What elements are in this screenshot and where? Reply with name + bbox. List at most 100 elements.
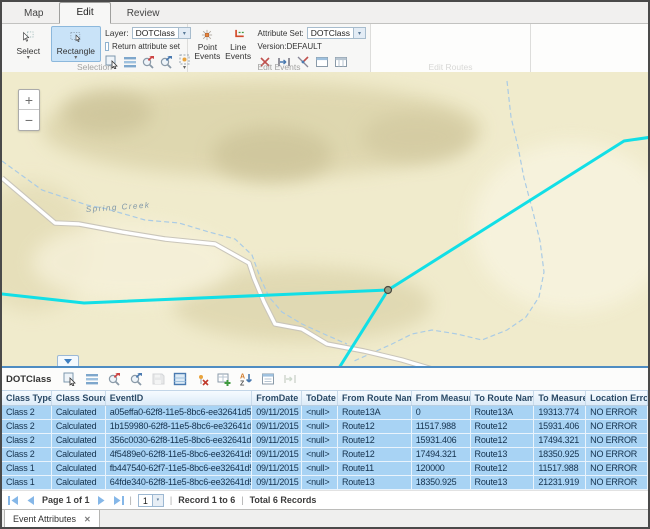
table-cell: Calculated: [52, 448, 106, 461]
highlight-selected-icon[interactable]: [172, 372, 187, 387]
table-cell: <null>: [302, 434, 338, 447]
point-events-icon: [196, 27, 218, 43]
page-number-input[interactable]: 1: [138, 494, 153, 507]
point-events-label: Point Events: [193, 43, 222, 61]
collapse-arrow-icon: [64, 359, 72, 364]
page-number-dropdown-icon[interactable]: ▾: [153, 494, 164, 507]
map-features-layer: Spring Creek: [2, 72, 648, 366]
road-casing: [2, 178, 432, 366]
select-records-icon[interactable]: [62, 372, 77, 387]
pan-to-selected-icon[interactable]: [128, 372, 143, 387]
table-cell: NO ERROR: [586, 420, 648, 433]
rectangle-dropdown-caret-icon[interactable]: ▾: [74, 56, 77, 61]
route-line-northeast[interactable]: [388, 137, 648, 290]
table-cell: Calculated: [52, 434, 106, 447]
next-page-button[interactable]: [96, 496, 107, 505]
column-header[interactable]: Class Source: [52, 391, 106, 405]
column-header[interactable]: FromDate: [252, 391, 302, 405]
add-record-icon[interactable]: [216, 372, 231, 387]
column-header[interactable]: Class Type: [2, 391, 52, 405]
zoom-out-button[interactable]: −: [19, 110, 39, 130]
return-attribute-set-checkbox[interactable]: [105, 42, 109, 51]
edit-events-group-label: Edit Events: [188, 62, 370, 72]
table-cell: 09/11/2015: [252, 434, 302, 447]
column-header[interactable]: To Measure: [534, 391, 586, 405]
column-header[interactable]: From Measure: [412, 391, 471, 405]
table-cell: 4f5489e0-62f8-11e5-8bc6-ee32641d5ec9: [106, 448, 253, 461]
table-row[interactable]: Class 1Calculatedfb447540-62f7-11e5-8bc6…: [2, 462, 648, 476]
creek-line: [354, 81, 544, 361]
close-tab-icon[interactable]: ✕: [84, 515, 91, 524]
last-page-button[interactable]: [113, 496, 124, 505]
table-pagination-bar: Page 1 of 1 | 1 ▾ | Record 1 to 6 | Tota…: [2, 490, 648, 509]
table-cell: Route12: [471, 462, 535, 475]
table-row[interactable]: Class 2Calculated1b159980-62f8-11e5-8bc6…: [2, 420, 648, 434]
attribute-table-title: DOTClass: [6, 374, 51, 385]
map-zoom-control: + −: [18, 89, 40, 131]
return-attribute-set-label: Return attribute set: [112, 42, 180, 51]
table-cell: Calculated: [52, 406, 106, 419]
table-cell: Route12: [471, 420, 535, 433]
map-canvas[interactable]: Spring Creek + −: [2, 72, 648, 366]
tab-review[interactable]: Review: [111, 4, 176, 24]
route-junction-vertex[interactable]: [385, 287, 392, 294]
tab-edit[interactable]: Edit: [59, 2, 110, 24]
column-header[interactable]: To Route Name: [471, 391, 535, 405]
table-row[interactable]: Class 1Calculated64fde340-62f8-11e5-8bc6…: [2, 476, 648, 490]
select-tool-button[interactable]: Select ▾: [6, 26, 51, 62]
sort-records-icon[interactable]: AZ: [238, 372, 253, 387]
point-events-button[interactable]: Point Events: [192, 26, 223, 62]
road-line: [2, 178, 432, 366]
table-cell: Class 1: [2, 476, 52, 489]
table-cell: Calculated: [52, 476, 106, 489]
attribute-set-dropdown-arrow-icon[interactable]: ▾: [353, 28, 365, 38]
attribute-set-label: Attribute Set:: [258, 29, 304, 38]
column-header[interactable]: ToDate: [302, 391, 338, 405]
table-row[interactable]: Class 2Calculateda05effa0-62f8-11e5-8bc6…: [2, 406, 648, 420]
ribbon-empty-area: [531, 24, 648, 72]
extend-selected-icon[interactable]: [282, 372, 297, 387]
ribbon-group-edit-routes: Edit Routes: [371, 24, 531, 72]
table-cell: Route13: [471, 448, 535, 461]
attribute-form-icon[interactable]: [260, 372, 275, 387]
attribute-set-dropdown[interactable]: DOTClass ▾: [307, 27, 366, 39]
zoom-to-selected-icon[interactable]: [106, 372, 121, 387]
table-cell: 09/11/2015: [252, 462, 302, 475]
remove-record-icon[interactable]: [194, 372, 209, 387]
page-status-text: Page 1 of 1: [42, 495, 90, 505]
event-editor-window: Map Edit Review Select ▾ Rectangle ▾: [0, 0, 650, 529]
table-row[interactable]: Class 2Calculated356c0030-62f8-11e5-8bc6…: [2, 434, 648, 448]
previous-page-button[interactable]: [25, 496, 36, 505]
ribbon-tabstrip: Map Edit Review: [2, 2, 648, 24]
table-cell: NO ERROR: [586, 406, 648, 419]
column-header[interactable]: Location Error: [586, 391, 648, 405]
zoom-in-button[interactable]: +: [19, 90, 39, 110]
tab-event-attributes[interactable]: Event Attributes ✕: [4, 510, 100, 529]
panel-collapse-button[interactable]: [57, 355, 79, 366]
table-cell: Route13A: [338, 406, 412, 419]
table-cell: Class 2: [2, 406, 52, 419]
selection-group-label: Selection: [2, 62, 187, 72]
table-cell: 64fde340-62f8-11e5-8bc6-ee32641d5ec9: [106, 476, 253, 489]
select-dropdown-caret-icon[interactable]: ▾: [27, 56, 30, 61]
table-cell: Class 2: [2, 448, 52, 461]
column-header[interactable]: From Route Name: [338, 391, 412, 405]
first-page-button[interactable]: [8, 496, 19, 505]
table-row[interactable]: Class 2Calculated4f5489e0-62f8-11e5-8bc6…: [2, 448, 648, 462]
rectangle-tool-button[interactable]: Rectangle ▾: [51, 26, 101, 62]
column-header[interactable]: EventID: [106, 391, 253, 405]
route-line-west[interactable]: [2, 290, 388, 303]
table-cell: 18350.925: [412, 476, 471, 489]
line-events-button[interactable]: Line Events: [223, 26, 254, 62]
creek-line: [2, 161, 347, 344]
layer-dropdown[interactable]: DOTClass ▾: [132, 27, 191, 39]
table-cell: 09/11/2015: [252, 448, 302, 461]
tab-map[interactable]: Map: [8, 4, 59, 24]
table-cell: <null>: [302, 448, 338, 461]
attribute-table-toolbar: DOTClass: [2, 368, 648, 390]
save-edits-icon[interactable]: [150, 372, 165, 387]
show-selected-records-icon[interactable]: [84, 372, 99, 387]
pager-separator: |: [130, 495, 132, 505]
table-cell: <null>: [302, 406, 338, 419]
event-attributes-panel: DOTClass: [2, 366, 648, 529]
